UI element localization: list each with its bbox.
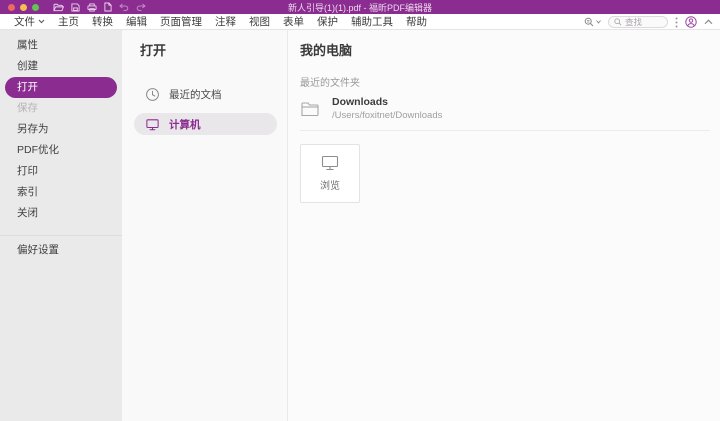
search-box[interactable] — [608, 16, 668, 28]
sidebar-item-print[interactable]: 打印 — [0, 161, 122, 182]
chevron-down-icon — [38, 19, 45, 24]
computer-icon — [145, 117, 160, 132]
open-item-recent-documents[interactable]: 最近的文档 — [134, 83, 277, 105]
chevron-up-icon[interactable] — [704, 19, 713, 25]
sidebar-item-pdf-optimize[interactable]: PDF优化 — [0, 140, 122, 161]
more-vertical-icon[interactable] — [675, 17, 678, 28]
folder-name: Downloads — [332, 96, 442, 108]
sidebar-divider — [0, 235, 122, 236]
open-file-icon[interactable] — [53, 3, 64, 12]
menu-edit[interactable]: 编辑 — [126, 14, 147, 29]
sidebar-item-create[interactable]: 创建 — [0, 56, 122, 77]
sidebar-item-close[interactable]: 关闭 — [0, 203, 122, 224]
search-icon — [614, 18, 622, 26]
open-item-computer[interactable]: 计算机 — [134, 113, 277, 135]
zoom-window-button[interactable] — [32, 4, 39, 11]
recent-folder-downloads[interactable]: Downloads /Users/foxitnet/Downloads — [300, 96, 710, 121]
menu-home[interactable]: 主页 — [58, 14, 79, 29]
browse-label: 浏览 — [320, 177, 340, 192]
menu-view[interactable]: 视图 — [249, 14, 270, 29]
sidebar-item-open[interactable]: 打开 — [5, 77, 117, 98]
open-location-list: 最近的文档 计算机 — [122, 83, 287, 135]
open-item-label: 最近的文档 — [169, 87, 222, 102]
menu-protect[interactable]: 保护 — [317, 14, 338, 29]
recent-folders-label: 最近的文件夹 — [300, 74, 710, 89]
backstage-content: 属性 创建 打开 保存 另存为 PDF优化 打印 索引 关闭 偏好设置 打开 最… — [0, 30, 720, 421]
menu-page-organize[interactable]: 页面管理 — [160, 14, 202, 29]
save-icon[interactable] — [71, 3, 80, 12]
menu-convert[interactable]: 转换 — [92, 14, 113, 29]
menubar-right-tools — [584, 14, 713, 30]
computer-panel-title: 我的电脑 — [300, 40, 710, 59]
menubar: 文件 主页 转换 编辑 页面管理 注释 视图 表单 保护 辅助工具 帮助 — [0, 14, 720, 30]
folder-icon — [300, 100, 321, 118]
recent-folders-divider — [300, 130, 710, 131]
new-document-icon[interactable] — [104, 2, 112, 12]
menu-help[interactable]: 帮助 — [406, 14, 427, 29]
backstage-sidebar: 属性 创建 打开 保存 另存为 PDF优化 打印 索引 关闭 偏好设置 — [0, 30, 122, 421]
folder-texts: Downloads /Users/foxitnet/Downloads — [332, 96, 442, 121]
browse-button[interactable]: 浏览 — [300, 144, 360, 203]
traffic-lights — [8, 4, 39, 11]
sidebar-item-properties[interactable]: 属性 — [0, 35, 122, 56]
menu-items: 文件 主页 转换 编辑 页面管理 注释 视图 表单 保护 辅助工具 帮助 — [14, 14, 427, 29]
open-item-label: 计算机 — [169, 117, 201, 132]
open-panel-title: 打开 — [140, 40, 287, 59]
account-icon[interactable] — [685, 16, 697, 28]
undo-icon[interactable] — [119, 3, 129, 11]
minimize-window-button[interactable] — [20, 4, 27, 11]
redo-icon[interactable] — [136, 3, 146, 11]
sidebar-item-save-as[interactable]: 另存为 — [0, 119, 122, 140]
computer-panel: 我的电脑 最近的文件夹 Downloads /Users/foxitnet/Do… — [288, 30, 720, 421]
clock-icon — [145, 87, 160, 102]
monitor-icon — [321, 155, 339, 171]
folder-path: /Users/foxitnet/Downloads — [332, 110, 442, 121]
open-panel: 打开 最近的文档 计算机 — [122, 30, 288, 421]
menu-file[interactable]: 文件 — [14, 14, 45, 29]
menu-comment[interactable]: 注释 — [215, 14, 236, 29]
menu-form[interactable]: 表单 — [283, 14, 304, 29]
print-icon[interactable] — [87, 3, 97, 12]
close-window-button[interactable] — [8, 4, 15, 11]
sidebar-item-preferences[interactable]: 偏好设置 — [0, 240, 122, 261]
foxit-pdf-editor-window: 新人引导(1)(1).pdf - 福昕PDF编辑器 文件 主页 转换 编辑 页面… — [0, 0, 720, 421]
titlebar: 新人引导(1)(1).pdf - 福昕PDF编辑器 — [0, 0, 720, 14]
find-options-icon[interactable] — [584, 17, 601, 27]
menu-accessibility[interactable]: 辅助工具 — [351, 14, 393, 29]
sidebar-item-save: 保存 — [0, 98, 122, 119]
quick-access-toolbar — [53, 2, 146, 12]
search-input[interactable] — [625, 17, 662, 27]
sidebar-item-index[interactable]: 索引 — [0, 182, 122, 203]
